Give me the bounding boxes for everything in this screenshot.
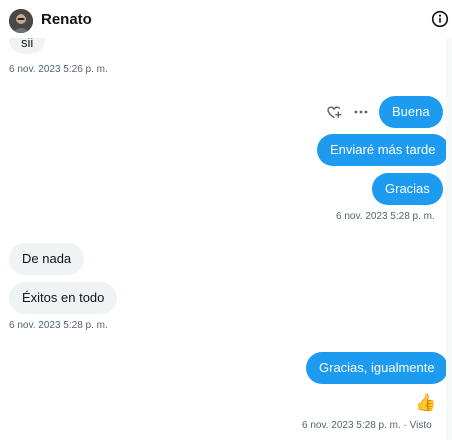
scrollbar-track[interactable] <box>446 0 452 440</box>
message-text: Gracias <box>385 181 430 196</box>
info-icon[interactable] <box>431 10 449 28</box>
message-list[interactable]: sii 6 nov. 2023 5:26 p. m. Buena Enviaré… <box>0 0 452 440</box>
message-timestamp-seen: 6 nov. 2023 5:28 p. m. · Visto <box>302 420 432 431</box>
thumbs-up-reaction-icon[interactable]: 👍 <box>415 392 437 414</box>
message-bubble-incoming[interactable]: De nada <box>9 243 85 275</box>
contact-name[interactable]: Renato <box>41 10 92 30</box>
message-timestamp: 6 nov. 2023 5:26 p. m. <box>9 64 108 75</box>
message-text: Gracias, igualmente <box>319 360 435 375</box>
more-icon[interactable] <box>353 104 369 120</box>
dm-conversation: sii 6 nov. 2023 5:26 p. m. Buena Enviaré… <box>0 0 452 440</box>
conversation-header: Renato <box>0 0 452 38</box>
message-timestamp: 6 nov. 2023 5:28 p. m. <box>9 320 108 331</box>
message-text: De nada <box>22 251 72 266</box>
message-text: Éxitos en todo <box>22 290 105 305</box>
message-bubble-outgoing[interactable]: Enviaré más tarde <box>317 134 449 166</box>
message-text: Buena <box>392 104 430 119</box>
message-bubble-outgoing[interactable]: Gracias <box>372 173 443 205</box>
avatar[interactable] <box>9 9 33 33</box>
avatar-image <box>9 9 33 33</box>
message-bubble-outgoing[interactable]: Buena <box>379 96 443 128</box>
message-bubble-incoming[interactable]: Éxitos en todo <box>9 282 118 314</box>
message-text: Enviaré más tarde <box>330 142 436 157</box>
message-timestamp: 6 nov. 2023 5:28 p. m. <box>336 211 435 222</box>
heart-plus-icon[interactable] <box>326 104 342 120</box>
message-bubble-outgoing[interactable]: Gracias, igualmente <box>306 352 448 384</box>
